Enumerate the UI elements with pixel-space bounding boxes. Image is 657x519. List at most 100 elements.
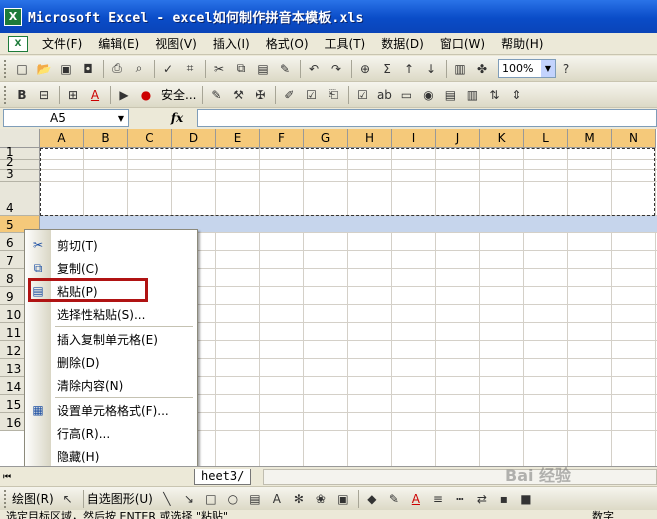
picture-icon[interactable]: ▣ (333, 489, 353, 509)
redo-icon[interactable]: ↷ (326, 59, 346, 79)
column-header-c[interactable]: C (128, 129, 172, 148)
undo-icon[interactable]: ↶ (304, 59, 324, 79)
view-code-icon[interactable]: ⎗ (323, 85, 343, 105)
arrow-icon[interactable]: ↘ (179, 489, 199, 509)
column-header-b[interactable]: B (84, 129, 128, 148)
design-mode-toggle-icon[interactable]: ✐ (279, 85, 299, 105)
security-button[interactable]: 安全... (161, 86, 196, 103)
chevron-down-icon[interactable]: ▼ (114, 114, 128, 123)
option-button-icon[interactable]: ◉ (418, 85, 438, 105)
diagram-icon[interactable]: ✻ (289, 489, 309, 509)
autosum-icon[interactable]: Σ (377, 59, 397, 79)
name-box[interactable]: A5 ▼ (3, 109, 129, 127)
column-header-f[interactable]: F (260, 129, 304, 148)
font-color-icon[interactable]: A (85, 85, 105, 105)
column-header-l[interactable]: L (524, 129, 568, 148)
context-menu-item[interactable]: 清除内容(N) (25, 374, 197, 396)
column-header-h[interactable]: H (348, 129, 392, 148)
context-menu-item[interactable]: ▦ 设置单元格格式(F)... (25, 399, 197, 421)
toggle-button-icon[interactable]: ⇅ (484, 85, 504, 105)
menu-edit[interactable]: 编辑(E) (90, 35, 147, 52)
visual-basic-icon[interactable]: ✎ (206, 85, 226, 105)
menu-data[interactable]: 数据(D) (373, 35, 432, 52)
fill-color-icon[interactable]: ◆ (362, 489, 382, 509)
textbox-control-icon[interactable]: ab (374, 85, 394, 105)
menu-format[interactable]: 格式(O) (258, 35, 317, 52)
sort-ascending-icon[interactable]: ↑ (399, 59, 419, 79)
dash-style-icon[interactable]: ┅ (450, 489, 470, 509)
chevron-down-icon[interactable]: ▼ (541, 60, 555, 77)
shadow-icon[interactable]: ▪ (494, 489, 514, 509)
design-mode-icon[interactable]: ⚒ (228, 85, 248, 105)
row-header-4[interactable]: 4 (0, 182, 40, 216)
clipart-icon[interactable]: ❀ (311, 489, 331, 509)
bold-icon[interactable]: B (12, 85, 32, 105)
checkbox-control-icon[interactable]: ☑ (352, 85, 372, 105)
autoshapes-menu[interactable]: 自选图形(U) (87, 490, 153, 507)
column-header-j[interactable]: J (436, 129, 480, 148)
context-menu-item[interactable]: 删除(D) (25, 351, 197, 373)
column-header-g[interactable]: G (304, 129, 348, 148)
menu-insert[interactable]: 插入(I) (205, 35, 258, 52)
list-box-icon[interactable]: ▤ (440, 85, 460, 105)
column-header-i[interactable]: I (392, 129, 436, 148)
textbox-icon[interactable]: ▤ (245, 489, 265, 509)
copy-icon[interactable]: ⧉ (231, 59, 251, 79)
line-color-icon[interactable]: ✎ (384, 489, 404, 509)
research-icon[interactable]: ⌗ (180, 59, 200, 79)
oval-icon[interactable]: ○ (223, 489, 243, 509)
button-control-icon[interactable]: ▭ (396, 85, 416, 105)
column-header-d[interactable]: D (172, 129, 216, 148)
workbook-icon[interactable]: X (8, 35, 28, 52)
cut-icon[interactable]: ✂ (209, 59, 229, 79)
formula-input[interactable] (197, 109, 657, 127)
permission-icon[interactable]: ◘ (78, 59, 98, 79)
column-header-k[interactable]: K (480, 129, 524, 148)
borders-icon[interactable]: ⊞ (63, 85, 83, 105)
draw-menu[interactable]: 绘图(R) (12, 490, 54, 507)
menu-tools[interactable]: 工具(T) (317, 35, 374, 52)
column-header-e[interactable]: E (216, 129, 260, 148)
hyperlink-icon[interactable]: ⊕ (355, 59, 375, 79)
column-header-a[interactable]: A (40, 129, 84, 148)
zoom-select[interactable]: 100% ▼ (498, 59, 556, 78)
open-icon[interactable]: 📂 (34, 59, 54, 79)
record-icon[interactable]: ● (136, 85, 156, 105)
scroll-bar-icon[interactable]: ⇕ (506, 85, 526, 105)
help-icon[interactable]: ? (556, 59, 576, 79)
select-objects-icon[interactable]: ↖ (58, 489, 78, 509)
toolbar-grip[interactable] (4, 85, 8, 104)
print-preview-icon[interactable]: ⌕ (129, 59, 149, 79)
menu-window[interactable]: 窗口(W) (432, 35, 493, 52)
3d-icon[interactable]: ■ (516, 489, 536, 509)
toolbar-grip[interactable] (4, 489, 8, 508)
new-icon[interactable]: □ (12, 59, 32, 79)
context-menu-item[interactable]: 选择性粘贴(S)... (25, 303, 197, 325)
toolbox-icon[interactable]: ✠ (250, 85, 270, 105)
rectangle-icon[interactable]: □ (201, 489, 221, 509)
toolbar-grip[interactable] (4, 59, 8, 78)
run-macro-icon[interactable]: ▶ (114, 85, 134, 105)
menu-view[interactable]: 视图(V) (147, 35, 205, 52)
sort-descending-icon[interactable]: ↓ (421, 59, 441, 79)
context-menu-item[interactable]: ✂ 剪切(T) (25, 234, 197, 256)
font-color-icon[interactable]: A (406, 489, 426, 509)
print-icon[interactable]: ⎙ (107, 59, 127, 79)
save-icon[interactable]: ▣ (56, 59, 76, 79)
line-style-icon[interactable]: ≡ (428, 489, 448, 509)
context-menu-item[interactable]: ⧉ 复制(C) (25, 257, 197, 279)
sheet-tab[interactable]: heet3/ (194, 468, 252, 485)
horizontal-scrollbar[interactable] (263, 468, 657, 485)
menu-help[interactable]: 帮助(H) (493, 35, 551, 52)
merge-center-icon[interactable]: ⊟ (34, 85, 54, 105)
column-header-m[interactable]: M (568, 129, 612, 148)
menu-file[interactable]: 文件(F) (34, 35, 90, 52)
first-sheet-icon[interactable]: ⏮ (0, 472, 14, 482)
context-menu-item[interactable]: 隐藏(H) (25, 445, 197, 467)
wordart-icon[interactable]: A (267, 489, 287, 509)
context-menu-item[interactable]: 行高(R)... (25, 422, 197, 444)
context-menu-item[interactable]: 插入复制单元格(E) (25, 328, 197, 350)
properties-icon[interactable]: ☑ (301, 85, 321, 105)
spelling-icon[interactable]: ✓ (158, 59, 178, 79)
chart-wizard-icon[interactable]: ▥ (450, 59, 470, 79)
